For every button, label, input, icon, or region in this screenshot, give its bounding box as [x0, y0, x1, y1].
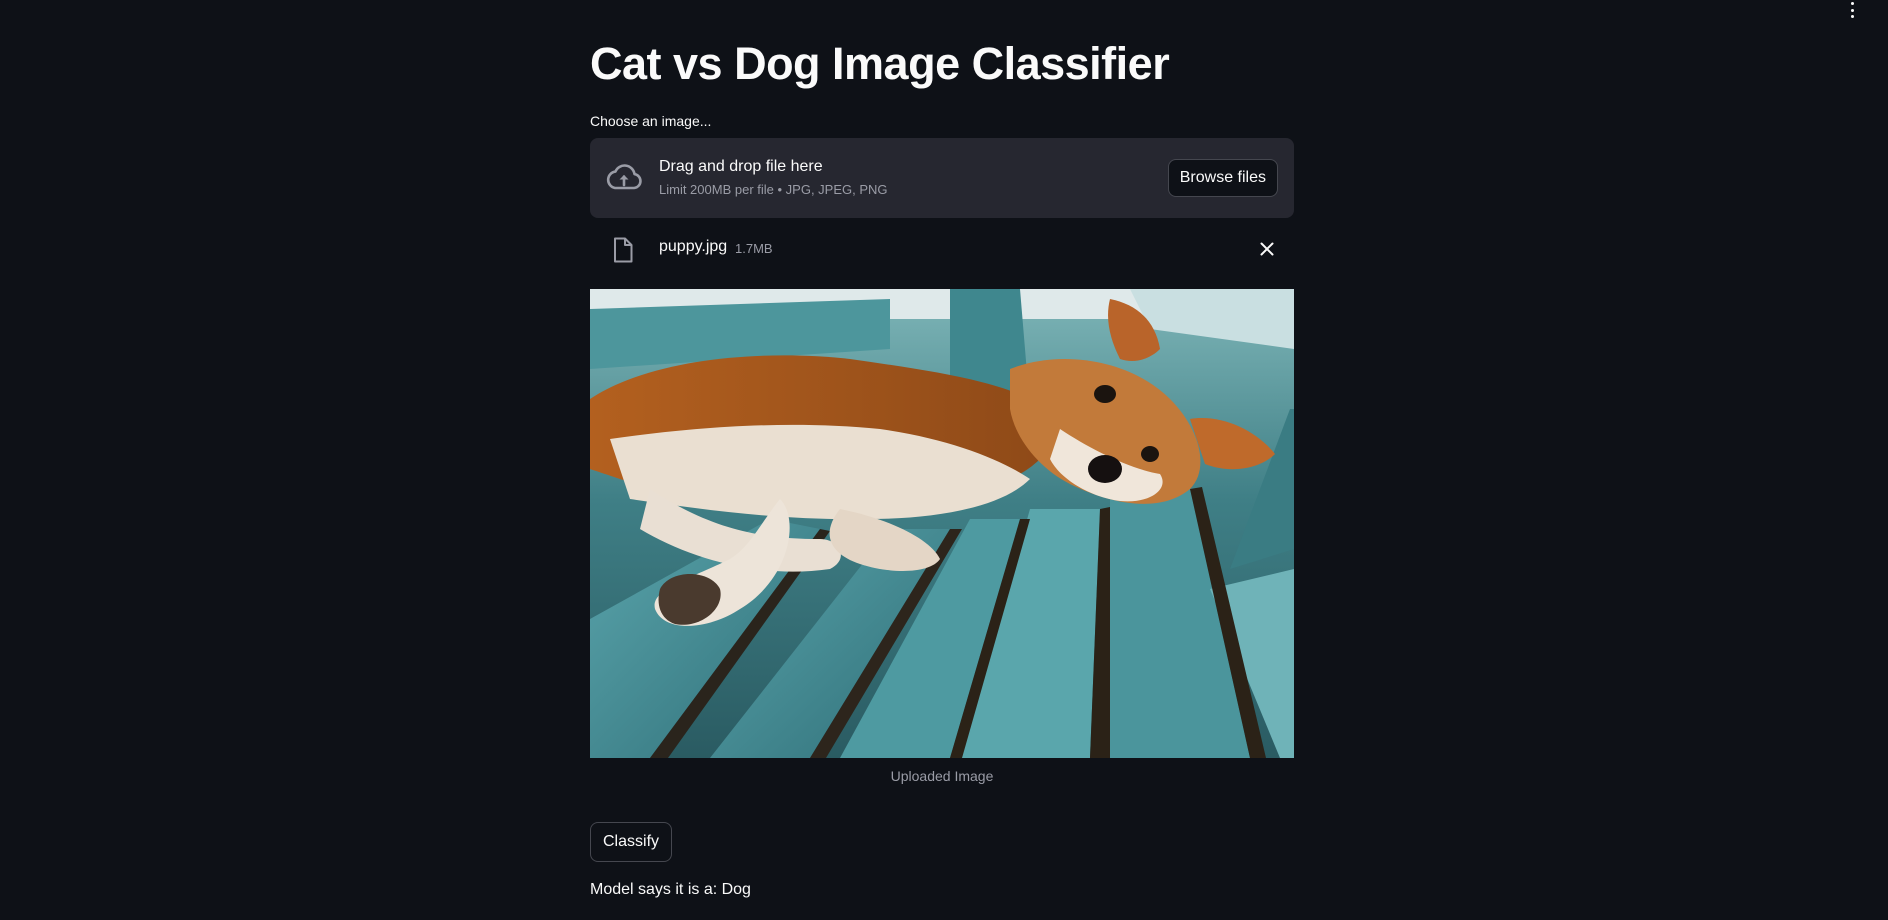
file-dropzone[interactable]: Drag and drop file here Limit 200MB per … [590, 138, 1294, 218]
file-icon [614, 237, 633, 263]
file-name: puppy.jpg [659, 238, 728, 255]
page-title: Cat vs Dog Image Classifier [590, 38, 1170, 89]
dropzone-limit: Limit 200MB per file • JPG, JPEG, PNG [659, 182, 888, 197]
puppy-photo [590, 289, 1294, 758]
uploader-label: Choose an image... [590, 113, 712, 129]
uploaded-file-row: puppy.jpg 1.7MB [590, 230, 1294, 268]
cloud-upload-icon [606, 164, 642, 190]
app-root: Cat vs Dog Image Classifier Choose an im… [0, 0, 1888, 920]
close-icon[interactable] [1258, 240, 1276, 258]
prediction-result: Model says it is a: Dog [590, 881, 751, 898]
image-caption: Uploaded Image [890, 768, 994, 784]
more-vertical-icon[interactable] [1846, 2, 1858, 18]
browse-files-button[interactable]: Browse files [1167, 159, 1278, 197]
classify-button[interactable]: Classify [590, 822, 673, 862]
uploaded-image [590, 289, 1294, 758]
dropzone-title: Drag and drop file here [659, 158, 823, 175]
dropzone-instructions: Drag and drop file here Limit 200MB per … [659, 157, 888, 197]
file-size: 1.7MB [735, 241, 773, 256]
